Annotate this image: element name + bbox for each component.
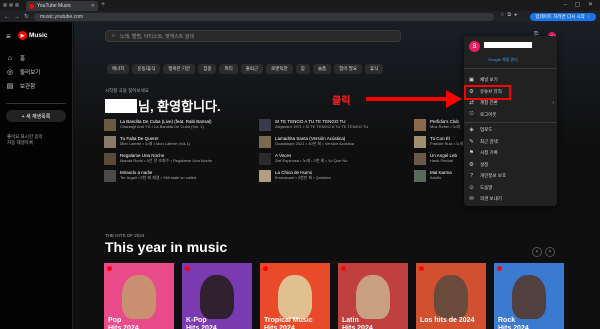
annotation-arrow [366,90,462,108]
annotation-click-label: 클릭 [332,96,351,107]
